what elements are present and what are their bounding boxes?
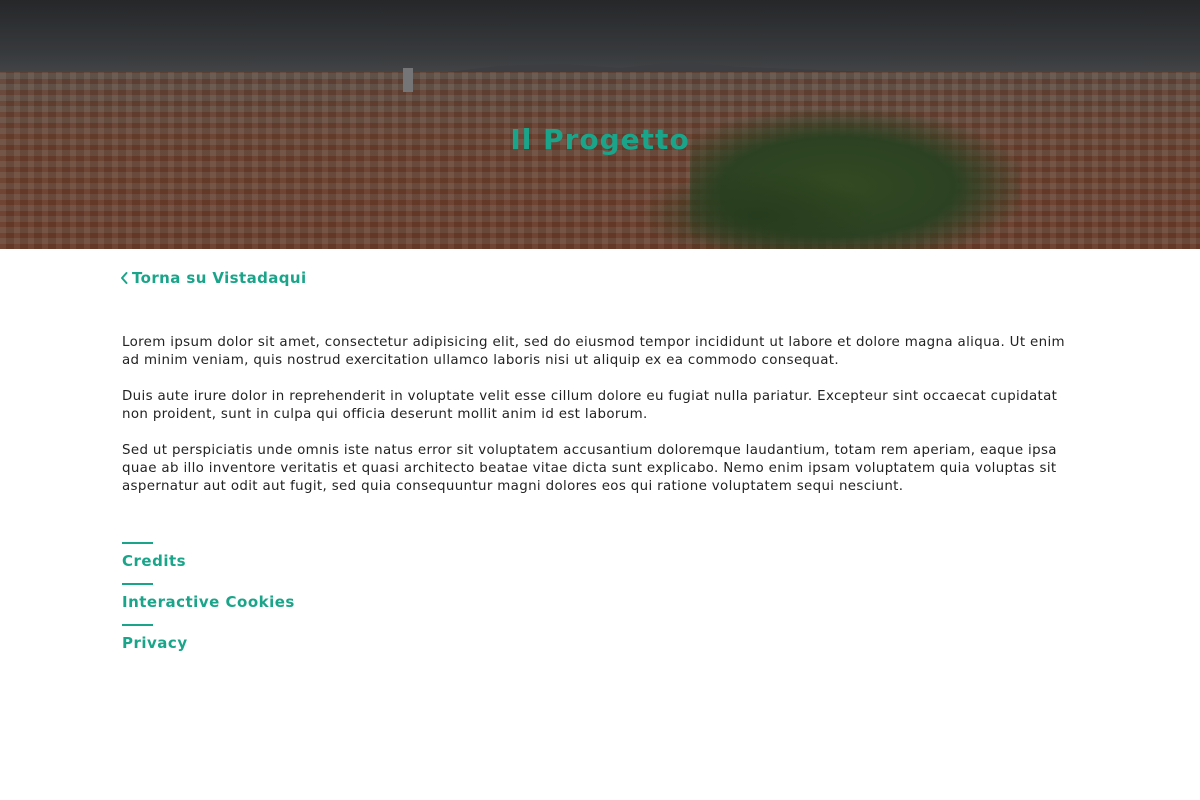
interactive-cookies-link[interactable]: Interactive Cookies bbox=[122, 583, 1080, 612]
footer-links: Credits Interactive Cookies Privacy bbox=[122, 542, 1080, 653]
back-link-label: Torna su Vistadaqui bbox=[132, 269, 307, 287]
link-accent-bar bbox=[122, 624, 153, 626]
privacy-link-label: Privacy bbox=[122, 634, 188, 652]
interactive-cookies-link-label: Interactive Cookies bbox=[122, 593, 295, 611]
credits-link[interactable]: Credits bbox=[122, 542, 1080, 571]
main-content: Torna su Vistadaqui Lorem ipsum dolor si… bbox=[120, 249, 1080, 665]
hero-banner: Il Progetto bbox=[0, 0, 1200, 249]
chevron-left-icon bbox=[121, 272, 128, 284]
privacy-link[interactable]: Privacy bbox=[122, 624, 1080, 653]
paragraph: Duis aute irure dolor in reprehenderit i… bbox=[122, 389, 1058, 422]
link-accent-bar bbox=[122, 583, 153, 585]
body-text: Lorem ipsum dolor sit amet, consectetur … bbox=[122, 334, 1080, 496]
link-accent-bar bbox=[122, 542, 153, 544]
page-title: Il Progetto bbox=[510, 123, 690, 156]
back-link[interactable]: Torna su Vistadaqui bbox=[120, 269, 307, 287]
credits-link-label: Credits bbox=[122, 552, 187, 570]
paragraph: Sed ut perspiciatis unde omnis iste natu… bbox=[122, 443, 1057, 494]
paragraph: Lorem ipsum dolor sit amet, consectetur … bbox=[122, 335, 1065, 368]
